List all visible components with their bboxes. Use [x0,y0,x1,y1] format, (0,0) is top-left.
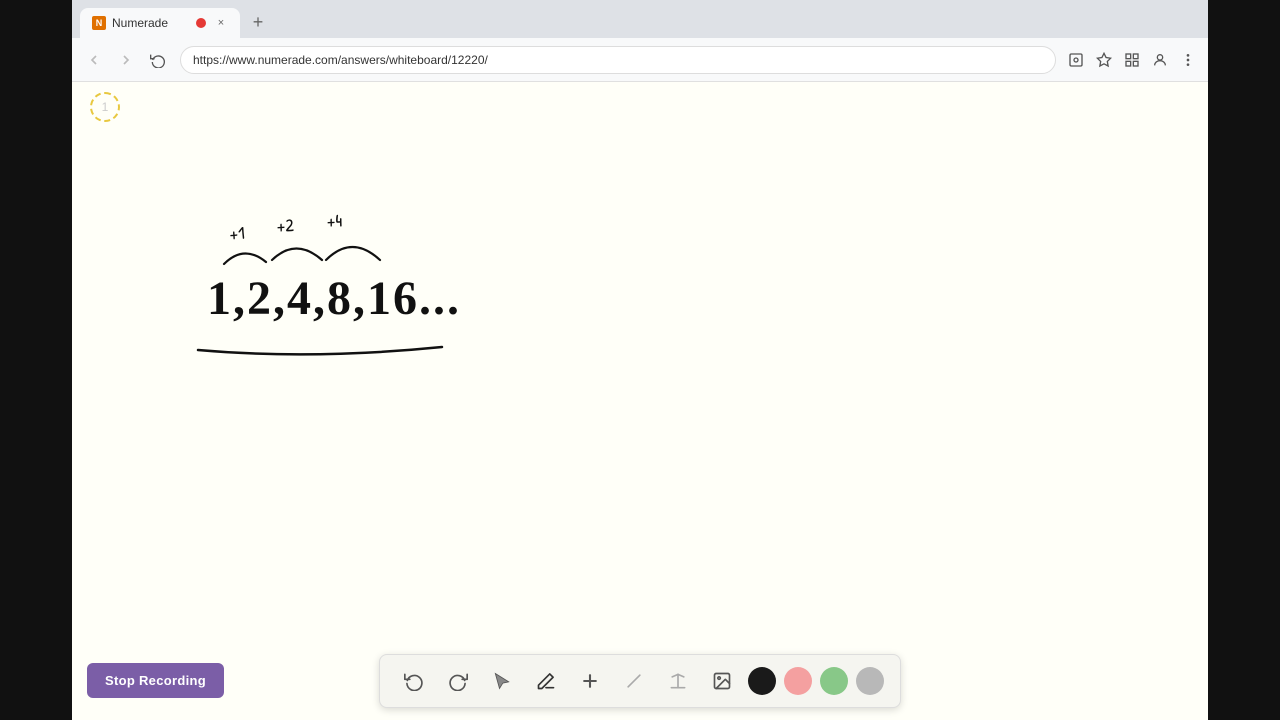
nav-right-icons [1064,48,1200,72]
extensions-icon[interactable] [1120,48,1144,72]
whiteboard-svg: +1 +2 +4 1,2,4,8,16... [72,82,1208,720]
color-black[interactable] [748,667,776,695]
url-text: https://www.numerade.com/answers/whitebo… [193,53,488,67]
text-tool-button[interactable] [660,663,696,699]
svg-text:1,2,4,8,16...: 1,2,4,8,16... [207,272,461,325]
image-tool-button[interactable] [704,663,740,699]
address-bar[interactable]: https://www.numerade.com/answers/whitebo… [180,46,1056,74]
right-black-bar [1208,0,1280,720]
tab-close-button[interactable]: × [214,16,228,30]
account-icon[interactable] [1148,48,1172,72]
undo-button[interactable] [396,663,432,699]
color-green[interactable] [820,667,848,695]
recording-dot [196,18,206,28]
eraser-tool-button[interactable] [616,663,652,699]
redo-button[interactable] [440,663,476,699]
select-tool-button[interactable] [484,663,520,699]
tab-title: Numerade [112,16,190,30]
new-tab-button[interactable]: + [244,8,272,36]
menu-icon[interactable] [1176,48,1200,72]
color-gray[interactable] [856,667,884,695]
browser-window: N Numerade × + https://www.numerade.com/… [72,0,1208,720]
active-tab[interactable]: N Numerade × [80,8,240,38]
svg-text:+4: +4 [326,207,343,233]
add-element-button[interactable] [572,663,608,699]
bookmark-icon[interactable] [1092,48,1116,72]
whiteboard-toolbar [379,654,901,708]
back-button[interactable] [80,46,108,74]
refresh-button[interactable] [144,46,172,74]
whiteboard-area[interactable]: 1 +1 +2 +4 1,2,4,8,16... [72,82,1208,720]
svg-text:+2: +2 [276,212,295,238]
pen-tool-button[interactable] [528,663,564,699]
stop-recording-button[interactable]: Stop Recording [87,663,224,698]
left-black-bar [0,0,72,720]
screenshot-icon[interactable] [1064,48,1088,72]
nav-bar: https://www.numerade.com/answers/whitebo… [72,38,1208,82]
tab-favicon: N [92,16,106,30]
forward-button[interactable] [112,46,140,74]
svg-text:+1: +1 [228,220,245,246]
color-pink[interactable] [784,667,812,695]
tab-bar: N Numerade × + [72,0,1208,38]
